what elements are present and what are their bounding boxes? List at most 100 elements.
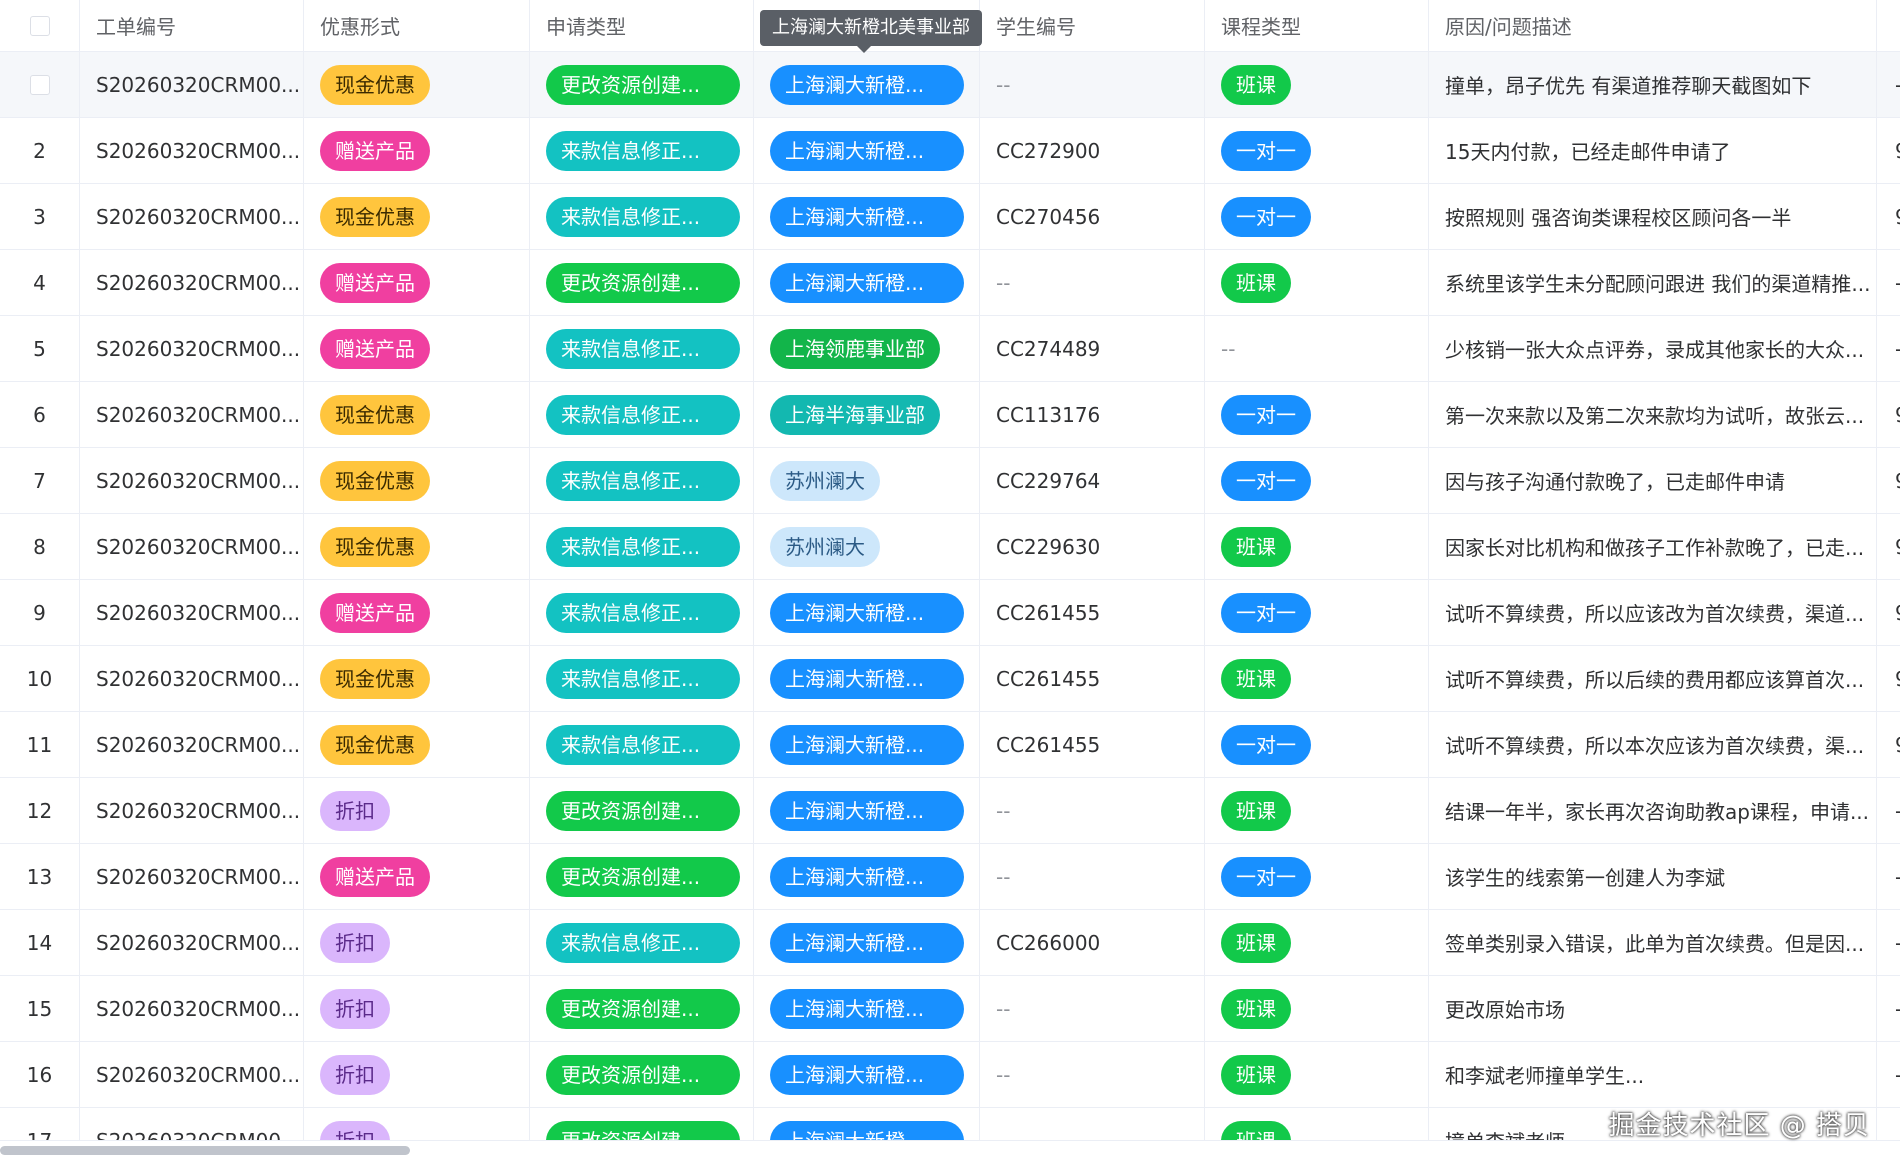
row-index: 10: [26, 666, 53, 691]
header-course-type[interactable]: 课程类型: [1205, 0, 1429, 51]
discount-tag: 折扣: [320, 1120, 390, 1140]
discount-tag: 折扣: [320, 790, 390, 831]
course-type-tag: 班课: [1221, 262, 1291, 303]
header-reason[interactable]: 原因/问题描述: [1429, 0, 1877, 51]
application-type-tag: 更改资源创建...: [546, 262, 740, 303]
table-row[interactable]: 12 S20260320CRM00... 折扣 更改资源创建... 上海澜大新橙... -…: [0, 778, 1900, 844]
order-number-cell[interactable]: S20260320CRM00...: [80, 976, 304, 1041]
table-row[interactable]: 13 S20260320CRM00... 赠送产品 更改资源创建... 上海澜大新橙..…: [0, 844, 1900, 910]
extra-cell: -: [1877, 976, 1900, 1041]
order-number-cell[interactable]: S20260320CRM00...: [80, 52, 304, 117]
student-id-cell: CC272900: [980, 118, 1205, 183]
department-tag: 上海澜大新橙...: [770, 658, 964, 699]
course-type-tag: 班课: [1221, 526, 1291, 567]
table-row[interactable]: 3 S20260320CRM00... 现金优惠 来款信息修正... 上海澜大新橙...…: [0, 184, 1900, 250]
student-id-cell: --: [980, 250, 1205, 315]
table-row[interactable]: 8 S20260320CRM00... 现金优惠 来款信息修正... 苏州澜大 CC229…: [0, 514, 1900, 580]
table-row[interactable]: 11 S20260320CRM00... 现金优惠 来款信息修正... 上海澜大新橙..…: [0, 712, 1900, 778]
order-number-cell[interactable]: S20260320CRM00...: [80, 448, 304, 513]
discount-type-cell: 赠送产品: [304, 118, 530, 183]
course-type-tag: 班课: [1221, 922, 1291, 963]
row-index-cell: 11: [0, 712, 80, 777]
row-index-cell: 10: [0, 646, 80, 711]
discount-tag: 现金优惠: [320, 658, 430, 699]
row-index: 11: [26, 732, 53, 757]
table-row[interactable]: 15 S20260320CRM00... 折扣 更改资源创建... 上海澜大新橙... -…: [0, 976, 1900, 1042]
discount-type-cell: 现金优惠: [304, 448, 530, 513]
order-number-cell[interactable]: S20260320CRM00...: [80, 580, 304, 645]
horizontal-scrollbar-thumb[interactable]: [0, 1146, 410, 1155]
discount-tag: 现金优惠: [320, 460, 430, 501]
discount-tag: 折扣: [320, 1054, 390, 1095]
student-id-cell: CC229764: [980, 448, 1205, 513]
reason-cell: 试听不算续费，所以应该改为首次续费，渠道...: [1429, 580, 1877, 645]
reason-cell: 结课一年半，家长再次咨询助教ap课程，申请...: [1429, 778, 1877, 843]
order-number-cell[interactable]: S20260320CRM00...: [80, 118, 304, 183]
order-number-cell[interactable]: S20260320CRM00...: [80, 316, 304, 381]
order-number-cell[interactable]: S20260320CRM00...: [80, 1108, 304, 1140]
application-type-tag: 更改资源创建...: [546, 64, 740, 105]
row-index-cell: 7: [0, 448, 80, 513]
order-number-cell[interactable]: S20260320CRM00...: [80, 712, 304, 777]
table-row[interactable]: 5 S20260320CRM00... 赠送产品 来款信息修正... 上海领鹿事业部 CC…: [0, 316, 1900, 382]
course-type-tag: 班课: [1221, 658, 1291, 699]
header-discount-type[interactable]: 优惠形式: [304, 0, 530, 51]
order-number-cell[interactable]: S20260320CRM00...: [80, 514, 304, 579]
discount-tag: 折扣: [320, 988, 390, 1029]
discount-type-cell: 现金优惠: [304, 646, 530, 711]
extra-cell: 9: [1877, 382, 1900, 447]
table-row[interactable]: 14 S20260320CRM00... 折扣 来款信息修正... 上海澜大新橙... C…: [0, 910, 1900, 976]
course-type-tag: 一对一: [1221, 130, 1311, 171]
course-type-cell: 班课: [1205, 250, 1429, 315]
discount-type-cell: 折扣: [304, 1108, 530, 1140]
student-id-cell: CC274489: [980, 316, 1205, 381]
department-cell: 上海澜大新橙...: [754, 976, 980, 1041]
table-row[interactable]: 10 S20260320CRM00... 现金优惠 来款信息修正... 上海澜大新橙..…: [0, 646, 1900, 712]
reason-cell: 试听不算续费，所以后续的费用都应该算首次...: [1429, 646, 1877, 711]
order-number-cell[interactable]: S20260320CRM00...: [80, 778, 304, 843]
reason-cell: 该学生的线索第一创建人为李斌: [1429, 844, 1877, 909]
student-id-cell: --: [980, 844, 1205, 909]
reason-cell: 试听不算续费，所以本次应该为首次续费，渠...: [1429, 712, 1877, 777]
department-cell: 上海澜大新橙...: [754, 646, 980, 711]
reason-cell: 按照规则 强咨询类课程校区顾问各一半: [1429, 184, 1877, 249]
course-type-cell: 班课: [1205, 646, 1429, 711]
course-type-tag: 一对一: [1221, 460, 1311, 501]
table-row[interactable]: 4 S20260320CRM00... 赠送产品 更改资源创建... 上海澜大新橙...…: [0, 250, 1900, 316]
department-tag: 上海半海事业部: [770, 394, 940, 435]
table-row[interactable]: 16 S20260320CRM00... 折扣 更改资源创建... 上海澜大新橙... -…: [0, 1042, 1900, 1108]
table-row[interactable]: 2 S20260320CRM00... 赠送产品 来款信息修正... 上海澜大新橙...…: [0, 118, 1900, 184]
department-tooltip: 上海澜大新橙北美事业部: [760, 10, 982, 46]
select-all-checkbox[interactable]: [29, 15, 50, 36]
row-index-cell: 5: [0, 316, 80, 381]
table-row[interactable]: 7 S20260320CRM00... 现金优惠 来款信息修正... 苏州澜大 CC229…: [0, 448, 1900, 514]
course-type-tag: 班课: [1221, 64, 1291, 105]
order-number-cell[interactable]: S20260320CRM00...: [80, 1042, 304, 1107]
course-type-cell: 一对一: [1205, 184, 1429, 249]
application-type-tag: 来款信息修正...: [546, 196, 740, 237]
header-application-type[interactable]: 申请类型: [530, 0, 754, 51]
extra-cell: 9: [1877, 118, 1900, 183]
order-number-cell[interactable]: S20260320CRM00...: [80, 910, 304, 975]
header-student-id[interactable]: 学生编号: [980, 0, 1205, 51]
order-number-cell[interactable]: S20260320CRM00...: [80, 646, 304, 711]
discount-tag: 赠送产品: [320, 592, 430, 633]
order-number-cell[interactable]: S20260320CRM00...: [80, 184, 304, 249]
row-index-cell: 8: [0, 514, 80, 579]
row-select-checkbox[interactable]: [29, 74, 50, 95]
table-row[interactable]: S20260320CRM00... 现金优惠 更改资源创建... 上海澜大新橙... -…: [0, 52, 1900, 118]
table-row[interactable]: 9 S20260320CRM00... 赠送产品 来款信息修正... 上海澜大新橙...…: [0, 580, 1900, 646]
order-number-cell[interactable]: S20260320CRM00...: [80, 844, 304, 909]
row-index: 12: [26, 798, 53, 823]
order-number-cell[interactable]: S20260320CRM00...: [80, 250, 304, 315]
course-type-cell: 班课: [1205, 1042, 1429, 1107]
row-index-cell: 14: [0, 910, 80, 975]
order-number-cell[interactable]: S20260320CRM00...: [80, 382, 304, 447]
header-order-number[interactable]: 工单编号: [80, 0, 304, 51]
department-cell: 苏州澜大: [754, 448, 980, 513]
student-id-cell: --: [980, 976, 1205, 1041]
row-index: 9: [33, 600, 46, 625]
department-cell: 上海澜大新橙...: [754, 250, 980, 315]
table-row[interactable]: 6 S20260320CRM00... 现金优惠 来款信息修正... 上海半海事业部 CC…: [0, 382, 1900, 448]
application-type-tag: 来款信息修正...: [546, 130, 740, 171]
